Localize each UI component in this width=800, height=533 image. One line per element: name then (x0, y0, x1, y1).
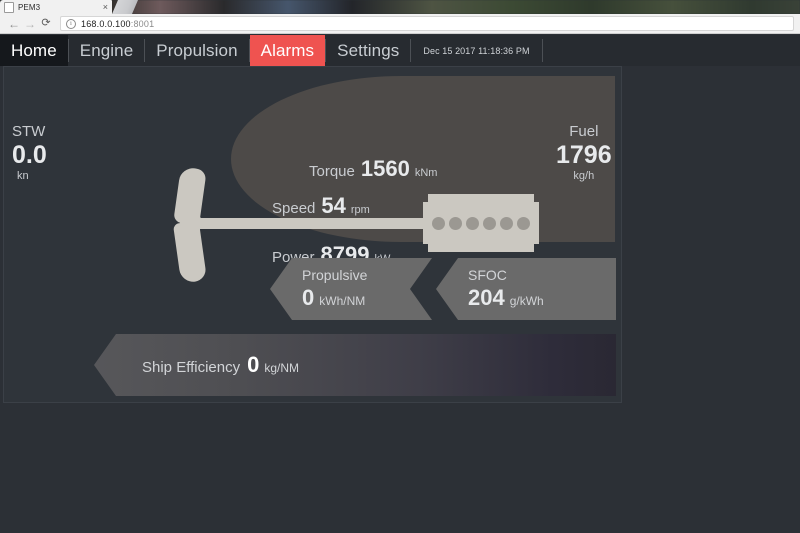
fuel-metric: Fuel 1796 kg/h (556, 123, 612, 183)
engine-block-icon (423, 194, 539, 252)
fuel-label: Fuel (569, 123, 599, 140)
torque-metric: Torque 1560 kNm (309, 156, 437, 182)
stw-label: STW (12, 123, 46, 140)
screen: PEM3 × ← → ⟳ i 168.0.0.100:8001 Home Eng… (0, 0, 800, 533)
page-icon (4, 1, 14, 13)
cylinder-dot (466, 216, 479, 230)
stw-value: 0.0 (12, 141, 47, 169)
cylinder-dot (517, 216, 530, 230)
fuel-value: 1796 (556, 141, 612, 169)
sfoc-label: SFOC (468, 267, 507, 283)
forward-icon[interactable]: → (22, 18, 38, 30)
efficiency-tiles-row: Propulsive 0 kWh/NM SFOC 204 g/kWh (4, 258, 621, 320)
speed-unit: rpm (350, 204, 370, 216)
browser-tab[interactable]: PEM3 × (0, 0, 112, 14)
browser-tab-strip: PEM3 × (0, 0, 800, 14)
url-host: 168.0.0.100 (81, 18, 131, 29)
nav-item-alarms[interactable]: Alarms (249, 35, 326, 66)
torque-label: Torque (309, 163, 355, 180)
new-tab-area[interactable] (112, 0, 138, 14)
cylinder-dot (449, 216, 462, 230)
dashboard-panel: Torque 1560 kNm Speed 54 rpm Power 8799 … (3, 66, 622, 403)
nav-separator (541, 39, 543, 62)
cylinder-dot (500, 216, 513, 230)
sfoc-reading: 204 g/kWh (468, 285, 616, 311)
torque-value: 1560 (360, 156, 410, 181)
clock-display: Dec 15 2017 11:18:36 PM (423, 45, 530, 56)
ship-efficiency-label: Ship Efficiency (142, 359, 241, 376)
propulsion-diagram: Torque 1560 kNm Speed 54 rpm Power 8799 … (4, 67, 621, 284)
propulsive-tile: Propulsive 0 kWh/NM (270, 258, 432, 320)
nav-item-propulsion[interactable]: Propulsion (145, 35, 248, 66)
ship-efficiency-tile: Ship Efficiency 0 kg/NM (94, 334, 616, 396)
reload-icon[interactable]: ⟳ (38, 18, 54, 29)
propulsive-value: 0 (302, 285, 315, 310)
nav-item-home[interactable]: Home (0, 35, 68, 66)
ship-efficiency-unit: kg/NM (264, 361, 300, 375)
nav-item-settings[interactable]: Settings (326, 35, 410, 66)
propulsive-reading: 0 kWh/NM (302, 285, 432, 311)
propeller-hub-icon (180, 212, 202, 234)
ship-efficiency-value: 0 (247, 352, 260, 377)
nav-item-engine[interactable]: Engine (69, 35, 145, 66)
address-bar[interactable]: i 168.0.0.100:8001 (60, 16, 794, 31)
sfoc-value: 204 (468, 285, 505, 310)
url-port: :8001 (130, 18, 155, 29)
browser-tab-title: PEM3 (18, 2, 41, 12)
speed-metric: Speed 54 rpm (272, 193, 370, 219)
torque-unit: kNm (414, 167, 438, 179)
cylinder-dot (483, 216, 496, 230)
propeller-shaft (200, 218, 428, 229)
back-icon[interactable]: ← (6, 18, 22, 30)
speed-value: 54 (321, 193, 346, 218)
propulsive-label: Propulsive (302, 267, 368, 283)
stw-metric: STW 0.0 kn (12, 123, 47, 183)
app-nav-bar: Home Engine Propulsion Alarms Settings D… (0, 35, 800, 66)
fuel-unit: kg/h (573, 170, 595, 182)
propulsive-unit: kWh/NM (319, 294, 366, 308)
close-icon[interactable]: × (101, 2, 108, 12)
sfoc-unit: g/kWh (509, 294, 544, 308)
site-info-icon[interactable]: i (66, 18, 76, 29)
ship-efficiency-reading: Ship Efficiency 0 kg/NM (142, 352, 299, 378)
sfoc-tile: SFOC 204 g/kWh (436, 258, 616, 320)
browser-toolbar: ← → ⟳ i 168.0.0.100:8001 (0, 14, 800, 34)
stw-unit: kn (17, 170, 29, 182)
cylinder-dot (432, 216, 445, 230)
speed-label: Speed (272, 200, 316, 217)
